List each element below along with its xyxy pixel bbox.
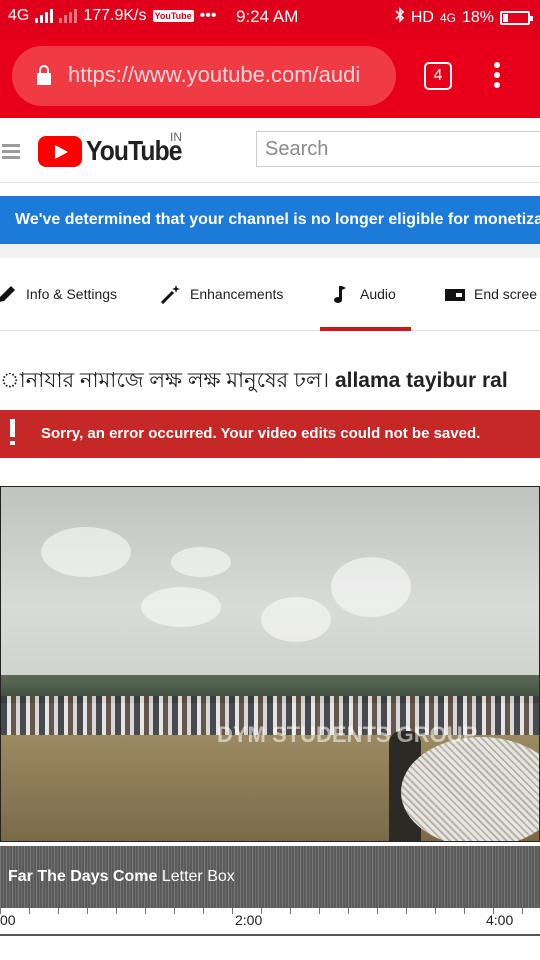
audio-track-artist: Letter Box [161,868,235,885]
timeline-label: 4:00 [486,912,514,928]
timeline[interactable]: 00 2:00 4:00 [0,908,540,936]
audio-track[interactable]: Far The Days Come Letter Box [0,846,540,908]
error-message: Sorry, an error occurred. Your video edi… [41,425,481,442]
signal-icon [35,9,54,23]
editor-tabs: Info & Settings Enhancements Audio End s… [0,258,540,331]
video-title-bengali: ানাযার নামাজে লক্ষ লক্ষ মানুষের ঢল। [0,369,330,392]
divider [0,244,540,258]
youtube-logo[interactable]: YouTube IN [38,130,195,167]
tab-enhancements[interactable]: Enhancements [160,258,283,330]
video-cloud [41,527,131,577]
hamburger-menu-icon[interactable] [2,144,20,162]
address-bar[interactable]: https://www.youtube.com/audi [12,46,396,106]
tab-switcher-button[interactable]: 4 [424,62,452,90]
timeline-label: 2:00 [235,912,263,928]
error-banner: Sorry, an error occurred. Your video edi… [0,410,540,458]
more-notifications-icon: ••• [199,7,217,24]
video-cloud [261,597,331,642]
youtube-play-icon [38,135,82,167]
lock-icon [37,65,51,85]
browser-toolbar: https://www.youtube.com/audi 4 [0,34,540,118]
tab-label: Info & Settings [26,286,118,302]
tab-label: Audio [360,286,396,302]
overflow-menu-icon[interactable] [492,62,502,92]
tab-label: Enhancements [190,286,284,302]
music-note-icon [334,286,346,303]
monetization-banner[interactable]: We've determined that your channel is no… [0,196,540,244]
video-watermark: DYM STUDENTS GROUP [217,722,478,747]
network2-label: 4G [439,10,456,25]
audio-track-title: Far The Days Come [8,868,158,885]
tab-info-settings[interactable]: Info & Settings [0,258,117,330]
logo-text: YouTube [86,135,182,166]
video-preview[interactable]: DYM STUDENTS GROUP [0,486,540,842]
tab-label: End scree [474,286,538,302]
youtube-notification-icon: YouTube [152,10,194,22]
network-label: 4G [8,7,30,24]
timeline-label: 00 [0,912,16,928]
country-code: IN [170,130,182,144]
search-input[interactable]: Search [256,131,540,167]
magic-wand-icon [160,285,180,305]
status-bar: 4G 177.9K/s YouTube ••• 9:24 AM HD 4G 18… [0,0,540,34]
timeline-ticks [0,908,540,914]
url-text: https://www.youtube.com/audi [68,62,361,87]
video-sky [1,487,539,686]
video-cloud [171,547,231,577]
end-screen-icon [445,289,465,301]
video-cloud [141,587,221,627]
hd-label: HD [410,8,434,26]
tab-audio[interactable]: Audio [320,258,411,331]
tab-end-screen[interactable]: End scree [444,258,537,330]
battery-percent: 18% [461,8,494,26]
audio-track-label: Far The Days Come Letter Box [8,868,235,886]
clock: 9:24 AM [236,7,299,26]
signal-sim2-icon [59,9,78,23]
alert-icon [6,419,18,447]
youtube-header: YouTube IN Search [0,118,540,183]
video-title-latin: allama tayibur ral [334,369,508,392]
video-cloud [331,557,411,617]
network-speed: 177.9K/s [83,7,147,24]
video-title: ানাযার নামাজে লক্ষ লক্ষ মানুষের ঢল। alla… [0,364,540,399]
bluetooth-icon [395,7,405,28]
battery-icon [500,10,533,25]
pencil-icon [0,286,15,302]
